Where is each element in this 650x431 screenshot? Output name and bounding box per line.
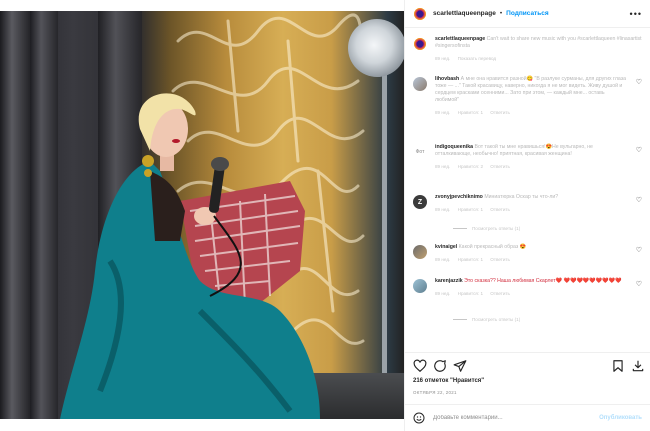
send-paper-plane-icon[interactable]	[453, 359, 467, 373]
caption-username[interactable]: scarlettlaqueenpage	[435, 36, 485, 42]
comment-time[interactable]: 89 нед.	[435, 207, 450, 212]
comments-list[interactable]: scarlettlaqueenpage Can't wait to share …	[405, 30, 650, 350]
action-bar	[405, 352, 650, 378]
comment-bubble-icon[interactable]	[433, 359, 447, 373]
comment-text: А мне она нравится разной😋 "В разлуке су…	[435, 76, 626, 103]
comment-text: Миниатюрка Оскар ты что-ли?	[484, 194, 559, 200]
author-avatar[interactable]	[413, 37, 427, 51]
likes-count[interactable]: 216 отметок "Нравится"	[413, 378, 484, 384]
translate-link[interactable]: Показать перевод	[458, 56, 496, 61]
reply-button[interactable]: Ответить	[490, 257, 510, 262]
comment-item: karenjazzik Это сказка?? Наша любимая Ск…	[413, 278, 642, 297]
heart-outline-icon[interactable]: ♡	[636, 280, 642, 288]
comment-item: kvinaigel Какой прекрасный образ 😍 89 не…	[413, 244, 642, 263]
heart-outline-icon[interactable]: ♡	[636, 78, 642, 86]
comment-time[interactable]: 89 нед.	[435, 164, 450, 169]
reply-button[interactable]: Ответить	[490, 207, 510, 212]
caption: scarlettlaqueenpage Can't wait to share …	[413, 36, 642, 62]
post-photo[interactable]	[0, 11, 404, 419]
comment-input[interactable]	[433, 415, 600, 421]
comment-username[interactable]: zvonyjpevchiknimo	[435, 194, 483, 200]
comment-time[interactable]: 89 нед.	[435, 110, 450, 115]
view-replies-button[interactable]: Посмотреть ответы (1)	[453, 226, 520, 231]
commenter-avatar[interactable]	[413, 279, 427, 293]
comment-likes[interactable]: Нравится: 1	[458, 291, 483, 296]
comment-time[interactable]: 89 нед.	[435, 257, 450, 262]
post-header: scarlettlaqueenpage • Подписаться •••	[405, 0, 650, 28]
comment-username[interactable]: kvinaigel	[435, 244, 457, 250]
heart-outline-icon[interactable]	[413, 359, 427, 373]
heart-outline-icon[interactable]: ♡	[636, 146, 642, 154]
comment-text: Это сказка?? Наша любимая Скарлет❤️ ❤️❤️…	[464, 278, 622, 284]
comment-item: lihovbash А мне она нравится разной😋 "В …	[413, 76, 642, 116]
comment-item: Фот indigoqueenika Вот такой ты мне нрав…	[413, 144, 642, 170]
reply-button[interactable]: Ответить	[490, 164, 510, 169]
comment-item: Z zvonyjpevchiknimo Миниатюрка Оскар ты …	[413, 194, 642, 213]
download-icon[interactable]	[631, 359, 645, 373]
post-side-panel: scarlettlaqueenpage • Подписаться ••• sc…	[404, 0, 650, 431]
view-replies-button[interactable]: Посмотреть ответы (1)	[453, 317, 520, 322]
post-date[interactable]: ОКТЯБРЯ 22, 2021	[413, 390, 457, 395]
caption-time[interactable]: 89 нед.	[435, 56, 450, 61]
comment-time[interactable]: 89 нед.	[435, 291, 450, 296]
comment-likes[interactable]: Нравится: 2	[458, 164, 483, 169]
comment-username[interactable]: indigoqueenika	[435, 144, 473, 150]
comment-text: Какой прекрасный образ 😍	[458, 244, 527, 250]
more-horizontal-icon[interactable]: •••	[630, 9, 642, 19]
comment-likes[interactable]: Нравится: 1	[458, 110, 483, 115]
commenter-avatar[interactable]: Z	[413, 195, 427, 209]
add-comment-bar: Опубликовать	[405, 404, 650, 431]
author-username[interactable]: scarlettlaqueenpage	[433, 10, 496, 17]
emoji-smile-icon[interactable]	[413, 412, 425, 424]
comment-username[interactable]: karenjazzik	[435, 278, 463, 284]
reply-button[interactable]: Ответить	[490, 110, 510, 115]
comment-likes[interactable]: Нравится: 1	[458, 207, 483, 212]
separator-dot: •	[499, 10, 503, 17]
follow-button[interactable]: Подписаться	[506, 10, 549, 17]
commenter-avatar[interactable]	[413, 245, 427, 259]
author-avatar[interactable]	[413, 6, 427, 21]
singer-figure	[60, 93, 320, 419]
reply-button[interactable]: Ответить	[490, 291, 510, 296]
heart-outline-icon[interactable]: ♡	[636, 196, 642, 204]
commenter-avatar[interactable]	[413, 77, 427, 91]
heart-outline-icon[interactable]: ♡	[636, 246, 642, 254]
post-comment-button[interactable]: Опубликовать	[599, 415, 642, 421]
comment-likes[interactable]: Нравится: 1	[458, 257, 483, 262]
comment-username[interactable]: lihovbash	[435, 76, 459, 82]
commenter-avatar[interactable]: Фот	[413, 145, 427, 159]
bookmark-icon[interactable]	[611, 359, 625, 373]
